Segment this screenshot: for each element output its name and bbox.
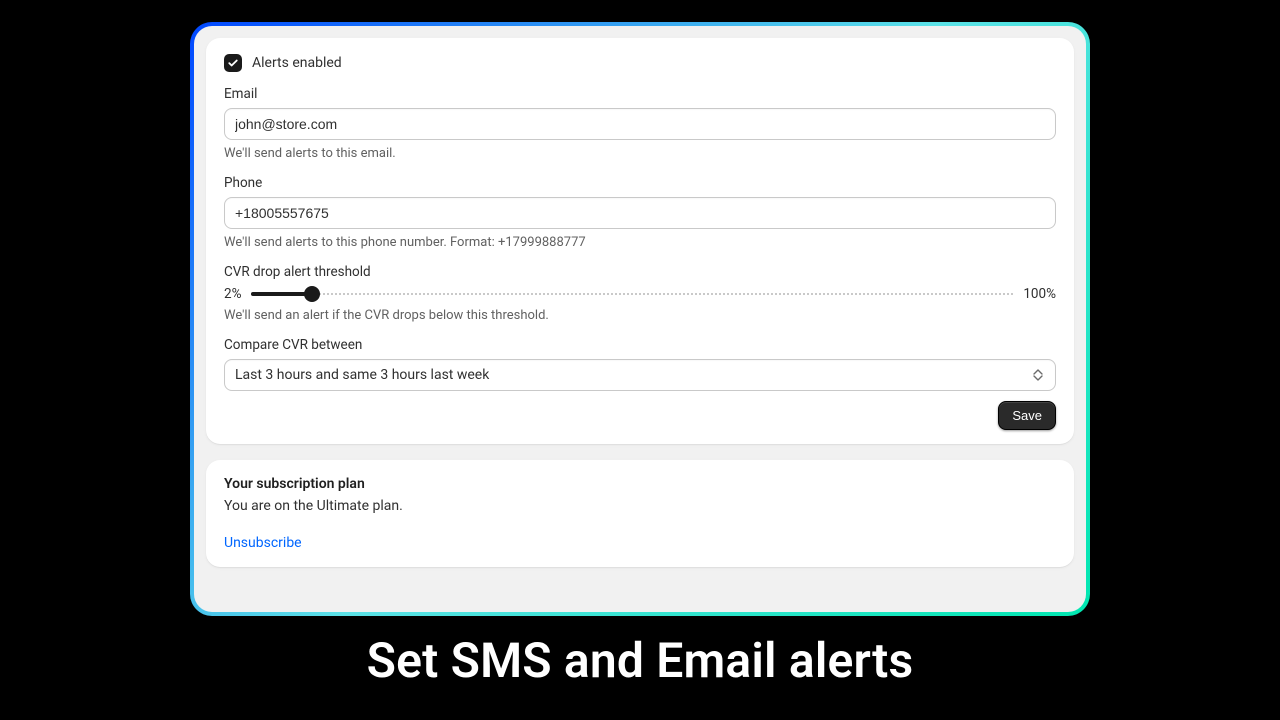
threshold-slider[interactable] bbox=[251, 287, 1013, 301]
slider-track-line bbox=[251, 293, 1013, 295]
hero-caption: Set SMS and Email alerts bbox=[0, 632, 1280, 689]
subscription-text: You are on the Ultimate plan. bbox=[224, 498, 1056, 514]
alerts-enabled-row: Alerts enabled bbox=[224, 54, 1056, 72]
threshold-label: CVR drop alert threshold bbox=[224, 264, 1056, 280]
slider-fill bbox=[251, 292, 312, 296]
alerts-enabled-label: Alerts enabled bbox=[252, 55, 342, 71]
subscription-card: Your subscription plan You are on the Ul… bbox=[206, 460, 1074, 567]
subscription-title: Your subscription plan bbox=[224, 476, 1056, 492]
alerts-card: Alerts enabled Email We'll send alerts t… bbox=[206, 38, 1074, 444]
email-input[interactable] bbox=[224, 108, 1056, 140]
settings-panel-wrap: Alerts enabled Email We'll send alerts t… bbox=[190, 22, 1090, 616]
select-chevrons-icon bbox=[1033, 368, 1045, 382]
compare-field-group: Compare CVR between Last 3 hours and sam… bbox=[224, 337, 1056, 391]
compare-selected-value: Last 3 hours and same 3 hours last week bbox=[235, 367, 489, 383]
threshold-max: 100% bbox=[1023, 286, 1056, 302]
threshold-help: We'll send an alert if the CVR drops bel… bbox=[224, 308, 1056, 323]
email-help: We'll send alerts to this email. bbox=[224, 146, 1056, 161]
save-button[interactable]: Save bbox=[998, 401, 1056, 430]
threshold-field-group: CVR drop alert threshold 2% 100% We'll s… bbox=[224, 264, 1056, 323]
compare-select[interactable]: Last 3 hours and same 3 hours last week bbox=[224, 359, 1056, 391]
phone-input[interactable] bbox=[224, 197, 1056, 229]
settings-panel: Alerts enabled Email We'll send alerts t… bbox=[194, 26, 1086, 612]
threshold-min: 2% bbox=[224, 286, 241, 302]
save-row: Save bbox=[224, 401, 1056, 430]
check-icon bbox=[227, 57, 239, 69]
unsubscribe-link[interactable]: Unsubscribe bbox=[224, 535, 302, 551]
threshold-slider-row: 2% 100% bbox=[224, 286, 1056, 302]
alerts-enabled-checkbox[interactable] bbox=[224, 54, 242, 72]
phone-help: We'll send alerts to this phone number. … bbox=[224, 235, 1056, 250]
compare-label: Compare CVR between bbox=[224, 337, 1056, 353]
slider-thumb[interactable] bbox=[304, 286, 320, 302]
email-field-group: Email We'll send alerts to this email. bbox=[224, 86, 1056, 161]
phone-field-group: Phone We'll send alerts to this phone nu… bbox=[224, 175, 1056, 250]
email-label: Email bbox=[224, 86, 1056, 102]
phone-label: Phone bbox=[224, 175, 1056, 191]
